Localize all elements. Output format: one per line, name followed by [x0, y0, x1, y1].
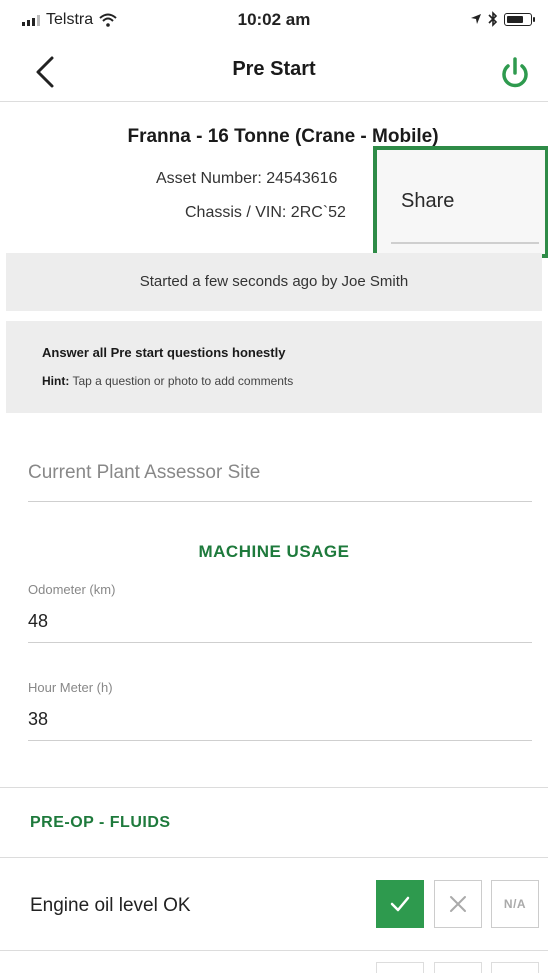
nav-bar: Pre Start — [0, 44, 548, 102]
site-input[interactable]: Current Plant Assessor Site — [28, 462, 532, 502]
section-divider — [0, 950, 548, 951]
odometer-input[interactable]: 48 — [28, 611, 532, 643]
hour-meter-input[interactable]: 38 — [28, 709, 532, 741]
bluetooth-icon — [488, 11, 498, 27]
hour-meter-label: Hour Meter (h) — [28, 680, 113, 695]
asset-header: Franna - 16 Tonne (Crane - Mobile) Asset… — [0, 126, 548, 221]
section-divider — [0, 787, 548, 788]
pre-op-fluids-title: PRE-OP - FLUIDS — [30, 814, 171, 831]
battery-icon — [504, 12, 535, 26]
next-answer-no-button[interactable] — [434, 962, 482, 973]
odometer-field[interactable]: Odometer (km) 48 — [28, 582, 532, 643]
started-banner: Started a few seconds ago by Joe Smith — [6, 253, 542, 311]
hint-label: Hint: — [42, 374, 70, 388]
instructions-panel: Answer all Pre start questions honestly … — [6, 321, 542, 413]
check-icon — [390, 896, 410, 912]
hour-meter-field[interactable]: Hour Meter (h) 38 — [28, 680, 532, 741]
back-chevron-icon[interactable] — [30, 54, 60, 90]
location-icon — [471, 14, 481, 24]
share-menu-item[interactable]: Share — [401, 190, 454, 213]
share-menu-divider — [391, 242, 539, 244]
instructions-title: Answer all Pre start questions honestly — [42, 345, 286, 360]
status-bar: Telstra 10:02 am — [0, 0, 548, 44]
answer-no-button[interactable] — [434, 880, 482, 928]
section-divider — [0, 857, 548, 858]
started-text: Started a few seconds ago by Joe Smith — [139, 273, 409, 290]
clock: 10:02 am — [237, 10, 311, 29]
asset-number: Asset Number: 24543616 — [156, 170, 338, 187]
next-answer-yes-button[interactable] — [376, 962, 424, 973]
odometer-label: Odometer (km) — [28, 582, 116, 597]
machine-usage-title: MACHINE USAGE — [198, 542, 350, 561]
chassis-vin: Chassis / VIN: 2RC`52 — [185, 204, 346, 221]
close-icon — [450, 896, 466, 912]
asset-name: Franna - 16 Tonne (Crane - Mobile) — [127, 126, 439, 147]
answer-na-button[interactable]: N/A — [491, 880, 539, 928]
hint-text: Tap a question or photo to add comments — [69, 374, 294, 388]
site-input-placeholder: Current Plant Assessor Site — [28, 462, 261, 483]
share-menu: Share — [373, 146, 548, 258]
next-answer-na-button[interactable] — [491, 962, 539, 973]
answer-yes-button[interactable] — [376, 880, 424, 928]
page-title: Pre Start — [232, 58, 316, 80]
instructions-hint: Hint: Tap a question or photo to add com… — [42, 374, 293, 388]
question-label[interactable]: Engine oil level OK — [30, 895, 191, 917]
status-icons — [470, 11, 535, 27]
power-icon[interactable] — [496, 54, 534, 92]
